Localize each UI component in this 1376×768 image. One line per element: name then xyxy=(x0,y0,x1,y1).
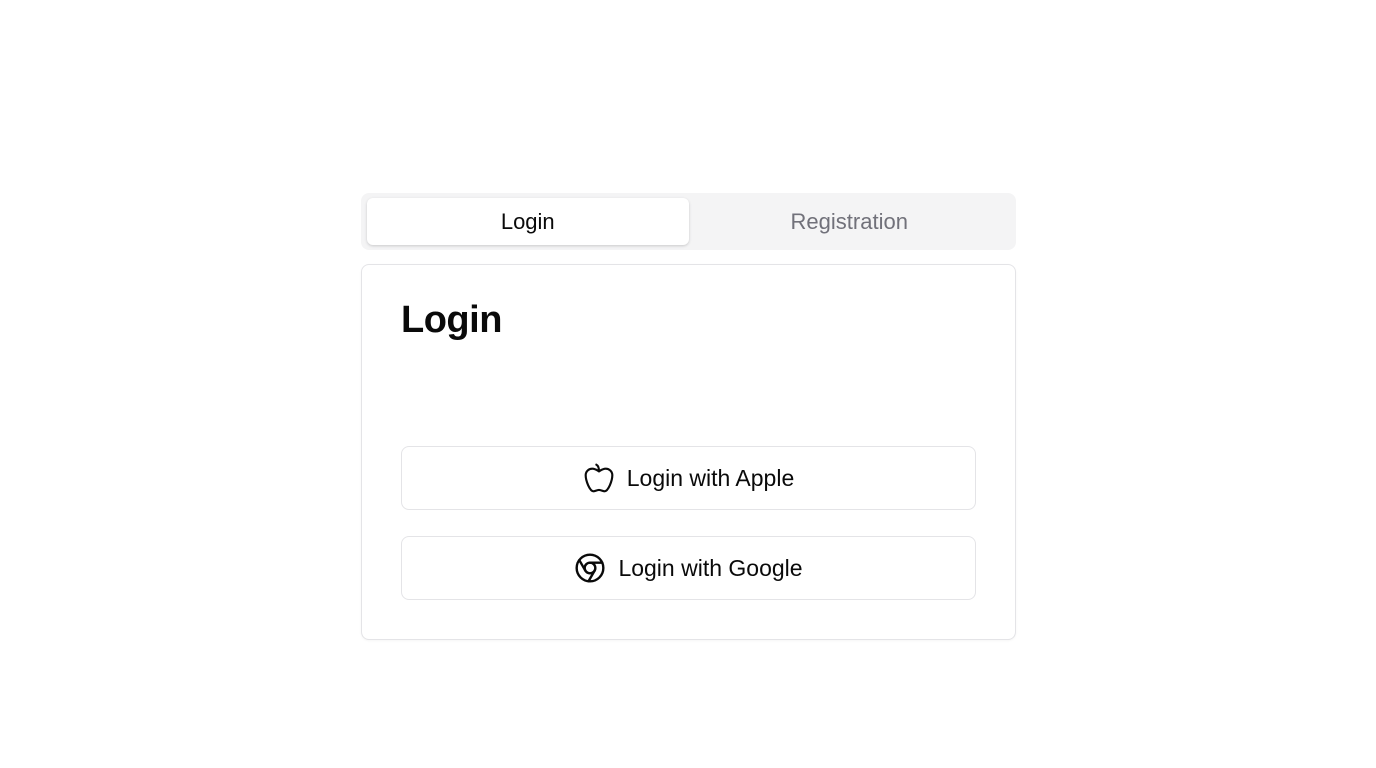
card-title: Login xyxy=(401,299,502,341)
auth-tab-list: Login Registration xyxy=(361,193,1016,250)
tab-registration[interactable]: Registration xyxy=(689,198,1011,245)
apple-button-label: Login with Apple xyxy=(626,464,795,491)
apple-icon xyxy=(583,462,615,494)
google-button-label: Login with Google xyxy=(618,554,803,581)
login-card: Login Login with Apple Login with Google xyxy=(361,264,1016,640)
chrome-icon xyxy=(574,552,606,584)
tab-login[interactable]: Login xyxy=(367,198,689,245)
login-with-apple-button[interactable]: Login with Apple xyxy=(401,446,976,510)
login-with-google-button[interactable]: Login with Google xyxy=(401,536,976,600)
